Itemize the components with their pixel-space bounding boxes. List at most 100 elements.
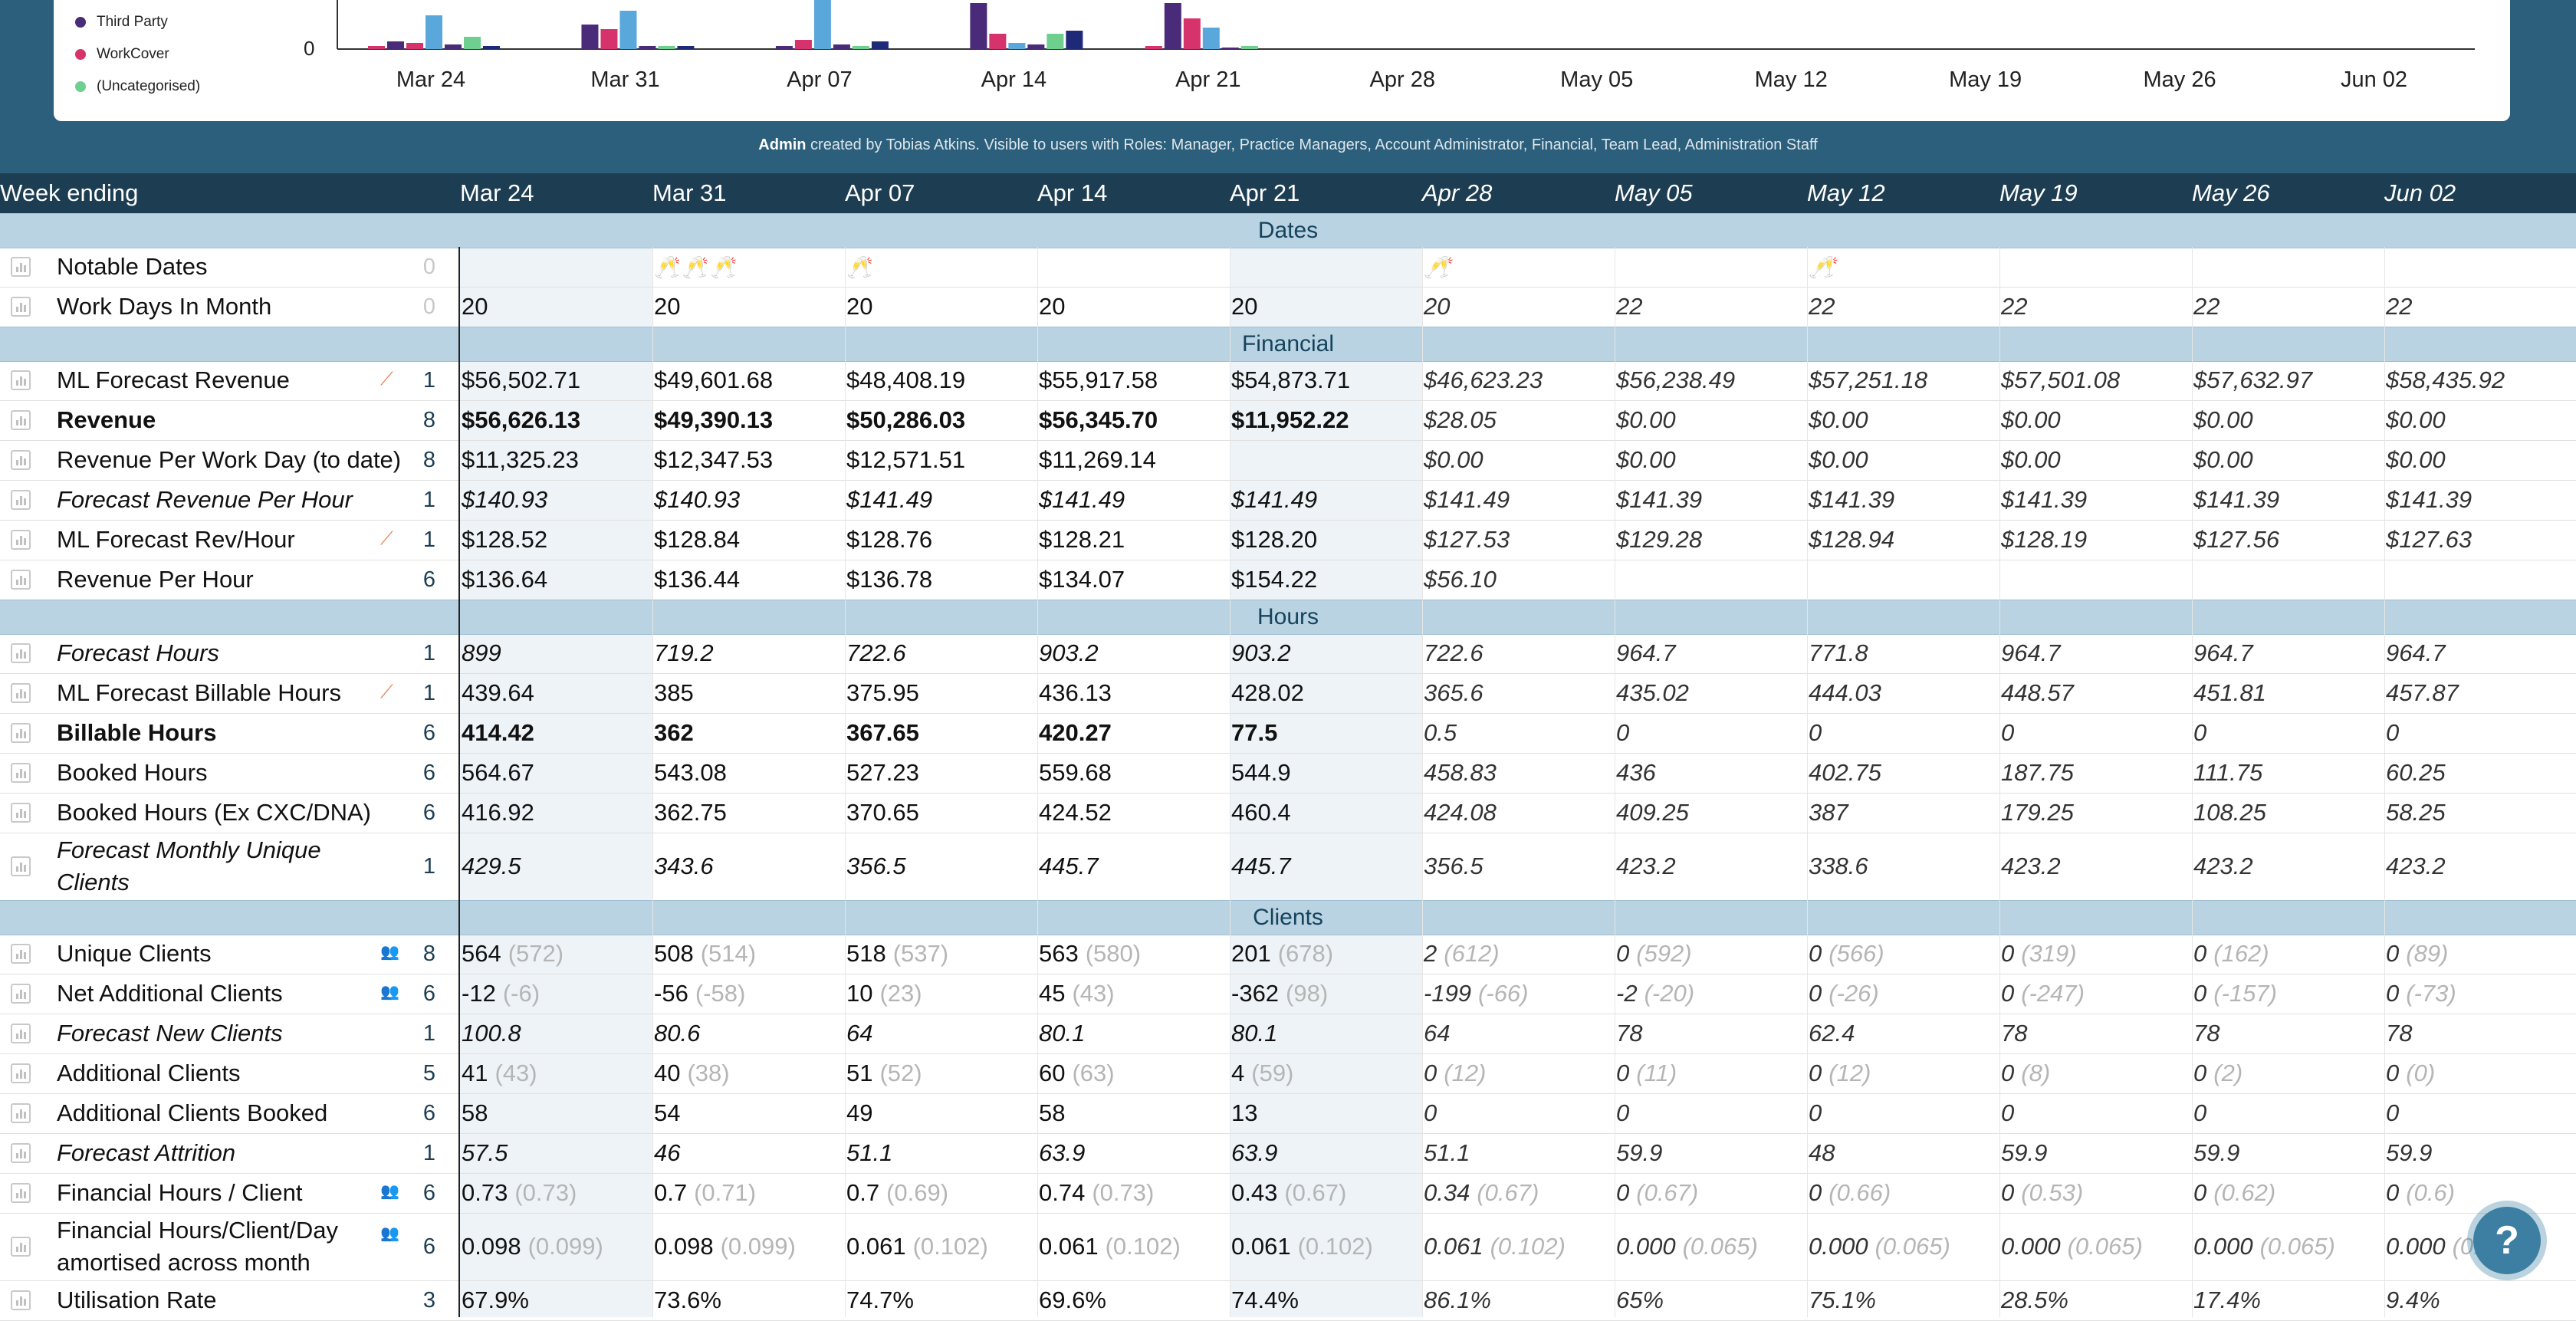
table-cell[interactable]: 356.5 — [846, 833, 906, 900]
bar-apr-14-5[interactable] — [1046, 34, 1064, 49]
table-cell[interactable]: $48,408.19 — [846, 360, 965, 400]
bar-mar-31-6[interactable] — [677, 46, 695, 49]
table-cell[interactable]: 🥂 — [1809, 247, 1837, 287]
table-cell[interactable]: $128.76 — [846, 520, 932, 560]
table-cell[interactable]: $49,601.68 — [654, 360, 773, 400]
table-cell[interactable]: $128.21 — [1039, 520, 1125, 560]
table-cell[interactable]: 0.061 (0.102) — [1231, 1213, 1373, 1280]
table-cell[interactable]: 508 (514) — [654, 934, 756, 974]
table-cell[interactable]: 0.061 (0.102) — [1039, 1213, 1181, 1280]
table-cell[interactable]: $0.00 — [2386, 440, 2446, 480]
bar-apr-14-4[interactable] — [1027, 44, 1045, 49]
table-cell[interactable]: 445.7 — [1039, 833, 1099, 900]
bar-apr-14-3[interactable] — [1008, 43, 1026, 49]
chart-toggle-icon[interactable] — [11, 370, 31, 390]
table-cell[interactable]: 543.08 — [654, 753, 727, 793]
table-cell[interactable]: 51 (52) — [846, 1053, 922, 1093]
table-cell[interactable]: $0.00 — [2001, 440, 2061, 480]
table-cell[interactable]: 387 — [1809, 793, 1848, 833]
chart-toggle-icon[interactable] — [11, 944, 31, 964]
bar-apr-21-3[interactable] — [1202, 28, 1220, 49]
table-cell[interactable]: $57,251.18 — [1809, 360, 1927, 400]
table-cell[interactable]: 899 — [462, 633, 501, 673]
table-cell[interactable]: $57,632.97 — [2193, 360, 2312, 400]
table-cell[interactable]: 22 — [1809, 287, 1835, 327]
table-cell[interactable]: 362 — [654, 713, 694, 753]
table-cell[interactable]: $141.39 — [1616, 480, 1702, 520]
table-cell[interactable]: 🥂 — [846, 247, 875, 287]
table-cell[interactable]: 20 — [1039, 287, 1065, 327]
table-cell[interactable]: 0.7 (0.71) — [654, 1173, 756, 1213]
chart-toggle-icon[interactable] — [11, 856, 31, 876]
table-cell[interactable]: 0 (11) — [1616, 1053, 1677, 1093]
table-cell[interactable]: 179.25 — [2001, 793, 2074, 833]
table-cell[interactable]: 457.87 — [2386, 673, 2459, 713]
table-cell[interactable]: 20 — [1231, 287, 1257, 327]
table-cell[interactable]: 356.5 — [1424, 833, 1484, 900]
table-cell[interactable]: 58.25 — [2386, 793, 2446, 833]
bar-mar-31-4[interactable] — [639, 46, 656, 49]
table-cell[interactable]: 448.57 — [2001, 673, 2074, 713]
table-cell[interactable]: $54,873.71 — [1231, 360, 1350, 400]
table-cell[interactable]: $136.78 — [846, 560, 932, 600]
table-cell[interactable]: $141.39 — [2193, 480, 2279, 520]
table-cell[interactable]: $128.94 — [1809, 520, 1894, 560]
table-cell[interactable]: 0.7 (0.69) — [846, 1173, 948, 1213]
table-cell[interactable]: 367.65 — [846, 713, 919, 753]
table-cell[interactable]: 17.4% — [2193, 1280, 2261, 1320]
table-cell[interactable]: $140.93 — [462, 480, 547, 520]
table-cell[interactable]: 964.7 — [2193, 633, 2253, 673]
table-cell[interactable]: 0 (319) — [2001, 934, 2077, 974]
table-cell[interactable]: 0 (162) — [2193, 934, 2269, 974]
table-cell[interactable]: 424.08 — [1424, 793, 1497, 833]
bar-apr-07-3[interactable] — [813, 0, 831, 49]
table-cell[interactable]: 20 — [846, 287, 872, 327]
table-cell[interactable]: $0.00 — [2193, 400, 2253, 440]
table-cell[interactable]: 80.6 — [654, 1014, 700, 1053]
table-cell[interactable]: 0 (-157) — [2193, 974, 2277, 1014]
table-cell[interactable]: $0.00 — [1616, 400, 1676, 440]
chart-toggle-icon[interactable] — [11, 984, 31, 1004]
table-cell[interactable]: 0 — [2193, 1093, 2206, 1133]
table-cell[interactable]: $12,571.51 — [846, 440, 965, 480]
chart-toggle-icon[interactable] — [11, 1024, 31, 1043]
table-cell[interactable]: -2 (-20) — [1616, 974, 1694, 1014]
table-cell[interactable]: $141.49 — [846, 480, 932, 520]
table-cell[interactable]: 527.23 — [846, 753, 919, 793]
table-cell[interactable]: 0 (0) — [2386, 1053, 2435, 1093]
table-cell[interactable]: 20 — [462, 287, 488, 327]
table-cell[interactable]: 420.27 — [1039, 713, 1112, 753]
table-cell[interactable]: 0.000 (0.065) — [2001, 1213, 2143, 1280]
table-cell[interactable]: 62.4 — [1809, 1014, 1855, 1053]
table-cell[interactable]: 20 — [1424, 287, 1450, 327]
table-cell[interactable]: $140.93 — [654, 480, 740, 520]
table-cell[interactable]: -56 (-58) — [654, 974, 745, 1014]
table-cell[interactable]: 0.061 (0.102) — [846, 1213, 988, 1280]
table-cell[interactable]: 375.95 — [846, 673, 919, 713]
bar-apr-07-4[interactable] — [833, 44, 850, 49]
table-cell[interactable]: 0.061 (0.102) — [1424, 1213, 1566, 1280]
chart-toggle-icon[interactable] — [11, 570, 31, 590]
table-cell[interactable]: -199 (-66) — [1424, 974, 1529, 1014]
table-cell[interactable]: 78 — [2001, 1014, 2027, 1053]
table-cell[interactable]: $128.20 — [1231, 520, 1317, 560]
table-cell[interactable]: $127.63 — [2386, 520, 2472, 560]
table-cell[interactable]: 51.1 — [1424, 1133, 1470, 1173]
table-cell[interactable]: 435.02 — [1616, 673, 1689, 713]
table-cell[interactable]: 4 (59) — [1231, 1053, 1293, 1093]
table-cell[interactable]: $49,390.13 — [654, 400, 773, 440]
table-cell[interactable]: 78 — [1616, 1014, 1642, 1053]
table-cell[interactable]: $12,347.53 — [654, 440, 773, 480]
bar-apr-21-4[interactable] — [1221, 48, 1239, 49]
table-cell[interactable]: 48 — [1809, 1133, 1835, 1173]
table-cell[interactable]: 80.1 — [1039, 1014, 1085, 1053]
table-cell[interactable]: 63.9 — [1231, 1133, 1277, 1173]
table-cell[interactable]: 0 — [1809, 1093, 1822, 1133]
table-cell[interactable]: 564.67 — [462, 753, 534, 793]
table-cell[interactable]: 78 — [2386, 1014, 2412, 1053]
table-cell[interactable]: 0.43 (0.67) — [1231, 1173, 1346, 1213]
table-cell[interactable]: 424.52 — [1039, 793, 1112, 833]
table-cell[interactable]: $154.22 — [1231, 560, 1317, 600]
table-cell[interactable]: 0 (12) — [1809, 1053, 1871, 1093]
table-cell[interactable]: 451.81 — [2193, 673, 2266, 713]
